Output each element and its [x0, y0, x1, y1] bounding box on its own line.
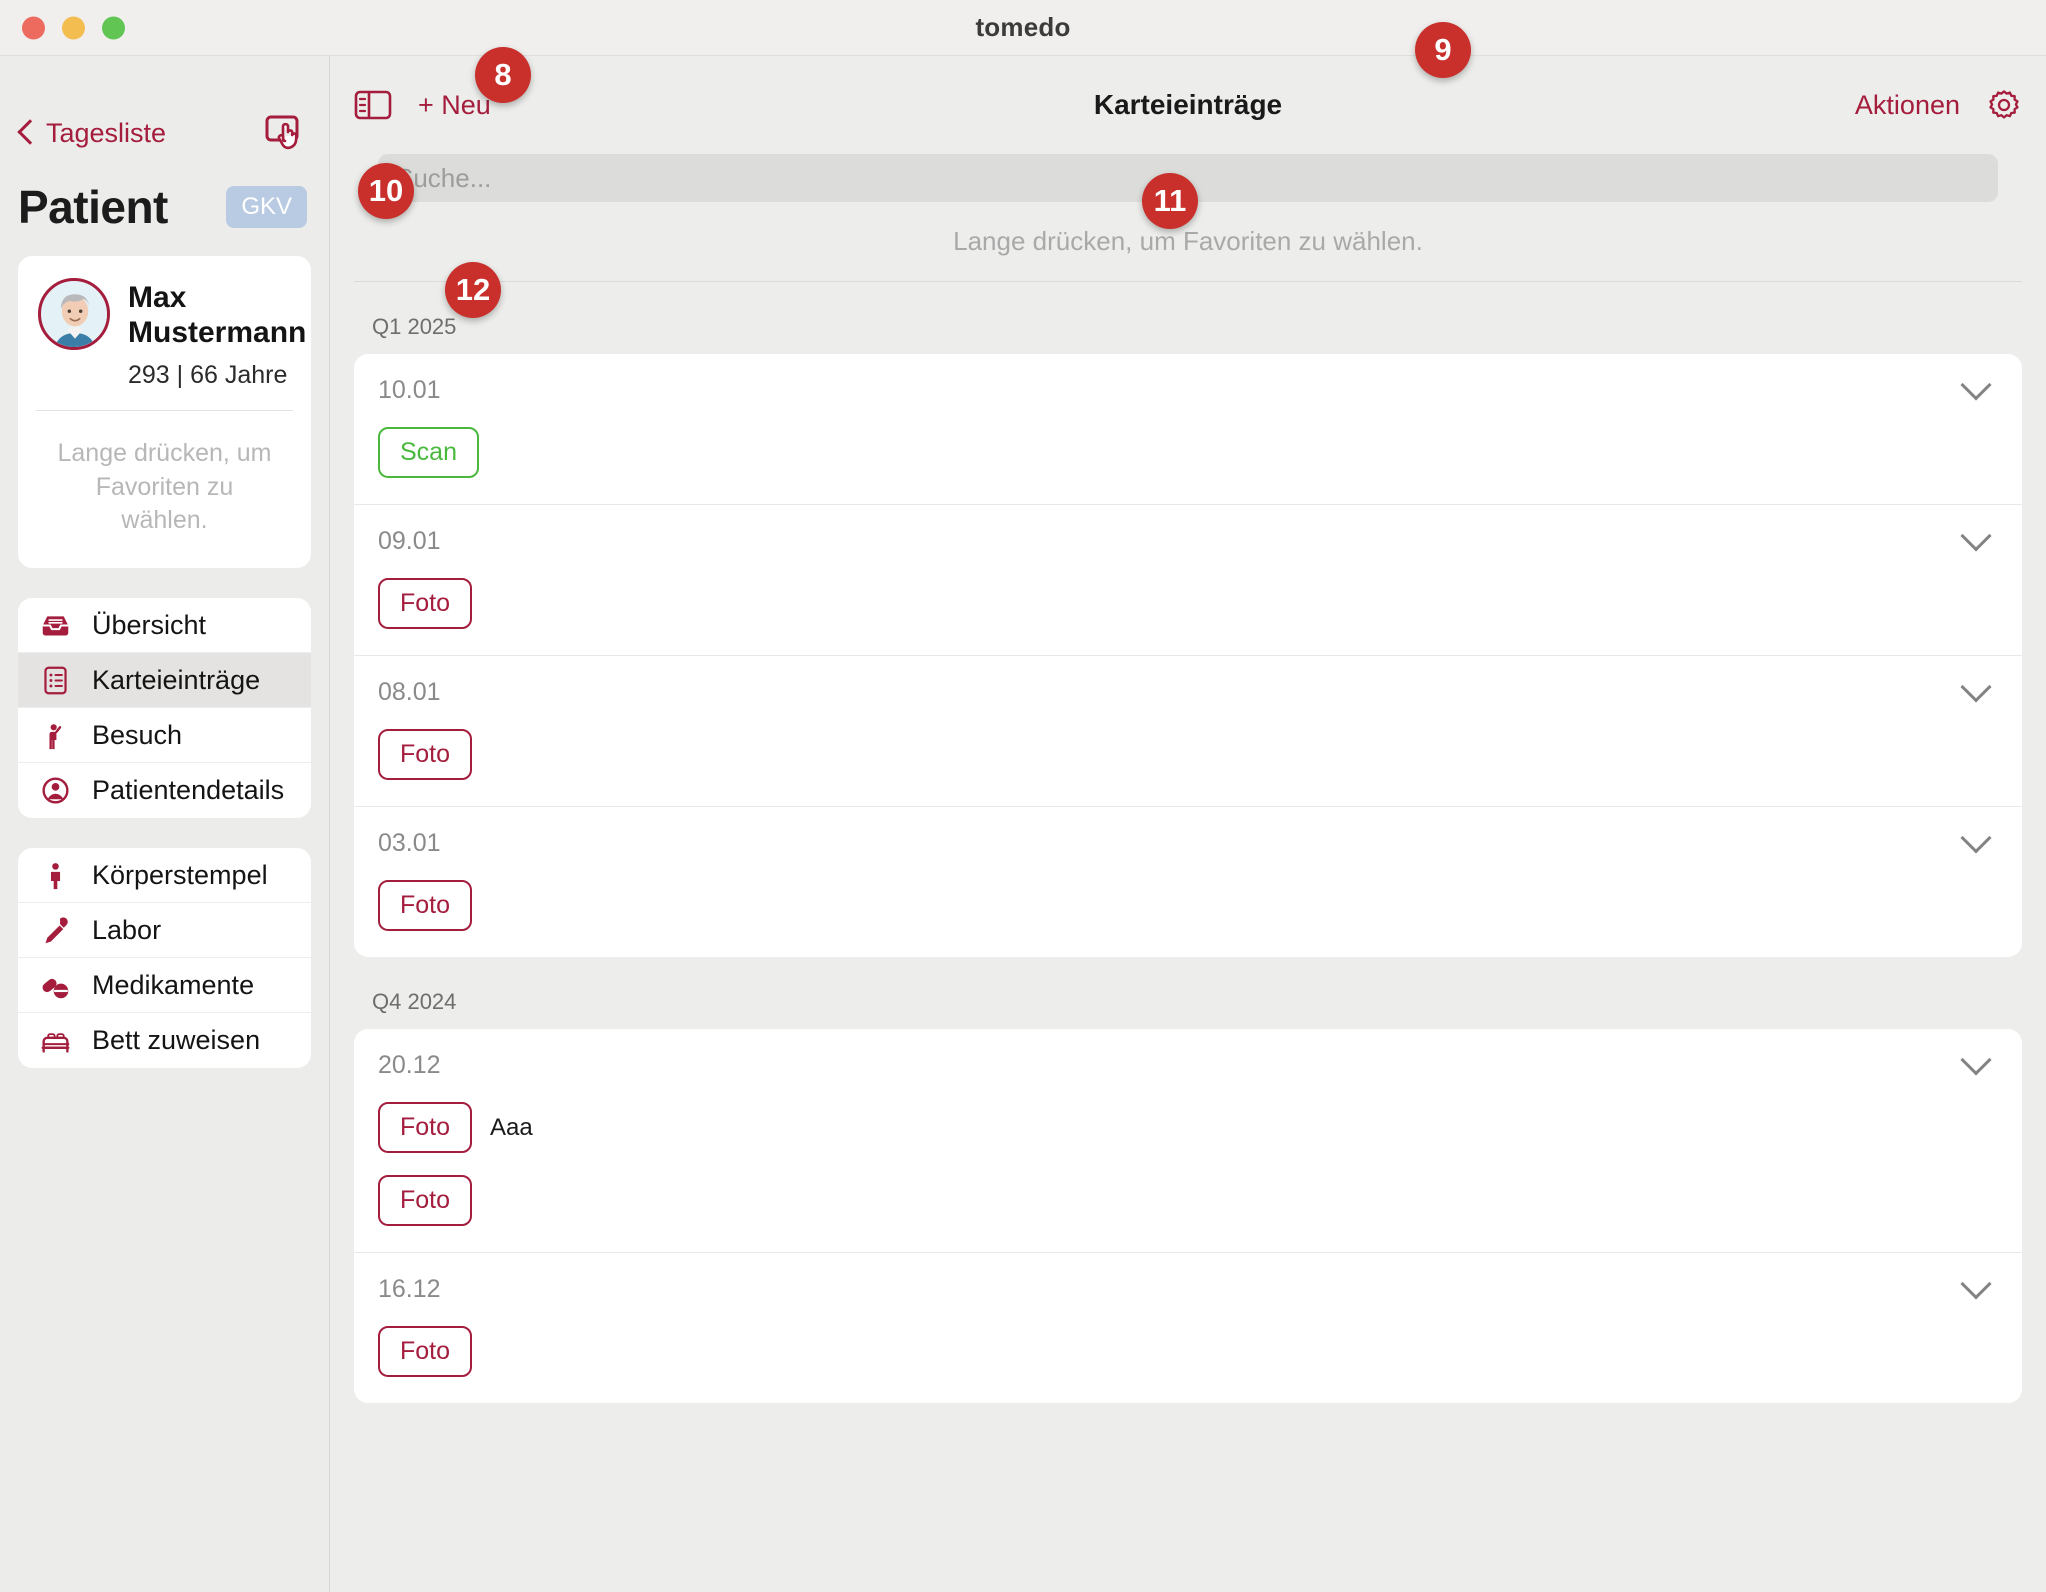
gear-icon[interactable] — [1986, 87, 2022, 123]
annotation-badge-12: 12 — [445, 262, 501, 318]
document-list-icon — [38, 663, 72, 697]
chevron-left-icon — [18, 119, 34, 147]
entry-date: 16.12 — [378, 1275, 441, 1303]
avatar — [38, 278, 110, 350]
section-header-q1-2025: Q1 2025 — [372, 314, 457, 339]
sidebar-item-label: Besuch — [92, 719, 183, 750]
annotation-badge-11: 11 — [1142, 173, 1198, 229]
chevron-down-icon[interactable] — [1960, 1049, 1994, 1069]
entries-card: 10.01 Scan 09.01 Foto 08.01 Foto 03.01 F… — [354, 354, 2022, 957]
sidebar-item-medikamente[interactable]: Medikamente — [18, 958, 311, 1014]
sidebar-nav-group-primary: Übersicht Karteieinträge Besuch Patiente… — [18, 598, 311, 819]
main-panel: + Neu Karteieinträge Aktionen Suche... L… — [330, 56, 2046, 1592]
entry-row[interactable]: 10.01 Scan — [354, 354, 2022, 505]
entry-date: 03.01 — [378, 829, 441, 857]
actions-button[interactable]: Aktionen — [1855, 90, 1960, 121]
entry-tag-foto[interactable]: Foto — [378, 1326, 473, 1377]
sidebar: Tagesliste Patient GKV Max Mustermann 29… — [0, 56, 330, 1592]
sidebar-item-label: Karteieinträge — [92, 664, 261, 695]
sidebar-item-label: Medikamente — [92, 969, 255, 1000]
title-bar: tomedo — [0, 0, 2046, 56]
patient-name: Max Mustermann — [128, 281, 307, 350]
entry-tag-foto[interactable]: Foto — [378, 1175, 473, 1226]
inbox-icon — [38, 608, 72, 642]
back-to-tagesliste-button[interactable]: Tagesliste — [18, 118, 166, 149]
person-circle-icon — [38, 774, 72, 808]
tap-gesture-icon[interactable] — [265, 114, 307, 152]
entry-note: Aaa — [490, 1113, 533, 1141]
new-entry-button[interactable]: + Neu — [418, 90, 491, 121]
pipette-icon — [38, 913, 72, 947]
sidebar-favorites-hint: Lange drücken, um Favoriten zu wählen. — [57, 438, 272, 535]
patient-meta: 293 | 66 Jahre — [128, 360, 288, 389]
entry-row[interactable]: 09.01 Foto — [354, 505, 2022, 656]
entry-row[interactable]: 16.12 Foto — [354, 1253, 2022, 1403]
minimize-button[interactable] — [62, 16, 85, 39]
sidebar-item-label: Bett zuweisen — [92, 1025, 261, 1056]
chevron-down-icon[interactable] — [1960, 525, 1994, 545]
main-header: + Neu Karteieinträge Aktionen Suche... L… — [330, 56, 2046, 282]
entry-tag-foto[interactable]: Foto — [378, 578, 473, 629]
window-title: tomedo — [975, 12, 1071, 42]
patient-card[interactable]: Max Mustermann 293 | 66 Jahre Lange drüc… — [18, 256, 311, 569]
chevron-down-icon[interactable] — [1960, 827, 1994, 847]
pills-icon — [38, 968, 72, 1002]
sidebar-item-label: Körperstempel — [92, 859, 268, 890]
sidebar-item-label: Labor — [92, 914, 162, 945]
annotation-badge-9: 9 — [1415, 22, 1471, 78]
entry-row[interactable]: 03.01 Foto — [354, 807, 2022, 957]
entries-scroll-area[interactable]: Q1 2025 10.01 Scan 09.01 Foto 08.01 Foto… — [330, 282, 2046, 1592]
sidebar-item-uebersicht[interactable]: Übersicht — [18, 598, 311, 654]
traffic-lights — [22, 16, 125, 39]
sidebar-item-label: Übersicht — [92, 609, 207, 640]
close-button[interactable] — [22, 16, 45, 39]
zoom-button[interactable] — [102, 16, 125, 39]
sidebar-item-label: Patientendetails — [92, 775, 285, 806]
entry-row[interactable]: 08.01 Foto — [354, 656, 2022, 807]
body-figure-icon — [38, 858, 72, 892]
sidebar-item-patientendetails[interactable]: Patientendetails — [18, 763, 311, 818]
sidebar-nav-group-secondary: Körperstempel Labor Medikamente Bett zuw… — [18, 848, 311, 1069]
annotation-badge-10: 10 — [358, 163, 414, 219]
page-title: Patient — [18, 181, 168, 233]
sidebar-item-labor[interactable]: Labor — [18, 903, 311, 959]
chevron-down-icon[interactable] — [1960, 374, 1994, 394]
annotation-badge-8: 8 — [475, 47, 531, 103]
insurance-badge: GKV — [226, 186, 307, 228]
entry-tag-foto[interactable]: Foto — [378, 1102, 473, 1153]
entry-date: 08.01 — [378, 678, 441, 706]
sidebar-item-besuch[interactable]: Besuch — [18, 708, 311, 764]
entry-tag-scan[interactable]: Scan — [378, 427, 479, 478]
sidebar-item-bett-zuweisen[interactable]: Bett zuweisen — [18, 1013, 311, 1068]
chevron-down-icon[interactable] — [1960, 1273, 1994, 1293]
sidebar-toggle-icon[interactable] — [354, 88, 392, 122]
entry-row[interactable]: 20.12 Foto Aaa Foto — [354, 1029, 2022, 1253]
entry-tag-foto[interactable]: Foto — [378, 729, 473, 780]
main-favorites-hint-text: Lange drücken, um Favoriten zu wählen. — [953, 226, 1423, 256]
main-title: Karteieinträge — [1093, 89, 1283, 120]
app-window: tomedo Tagesliste Patient GKV Max Muster… — [0, 0, 2046, 1592]
bed-icon — [38, 1024, 72, 1058]
entries-card: 20.12 Foto Aaa Foto 16.12 Foto — [354, 1029, 2022, 1403]
section-header-q4-2024: Q4 2024 — [372, 989, 457, 1014]
entry-date: 10.01 — [378, 376, 441, 404]
chevron-down-icon[interactable] — [1960, 676, 1994, 696]
sidebar-item-koerperstempel[interactable]: Körperstempel — [18, 848, 311, 904]
entry-date: 20.12 — [378, 1051, 441, 1079]
sidebar-item-karteieintraege[interactable]: Karteieinträge — [18, 653, 311, 709]
entry-tag-foto[interactable]: Foto — [378, 880, 473, 931]
person-waving-icon — [38, 718, 72, 752]
entry-date: 09.01 — [378, 527, 441, 555]
back-button-label: Tagesliste — [46, 117, 167, 148]
